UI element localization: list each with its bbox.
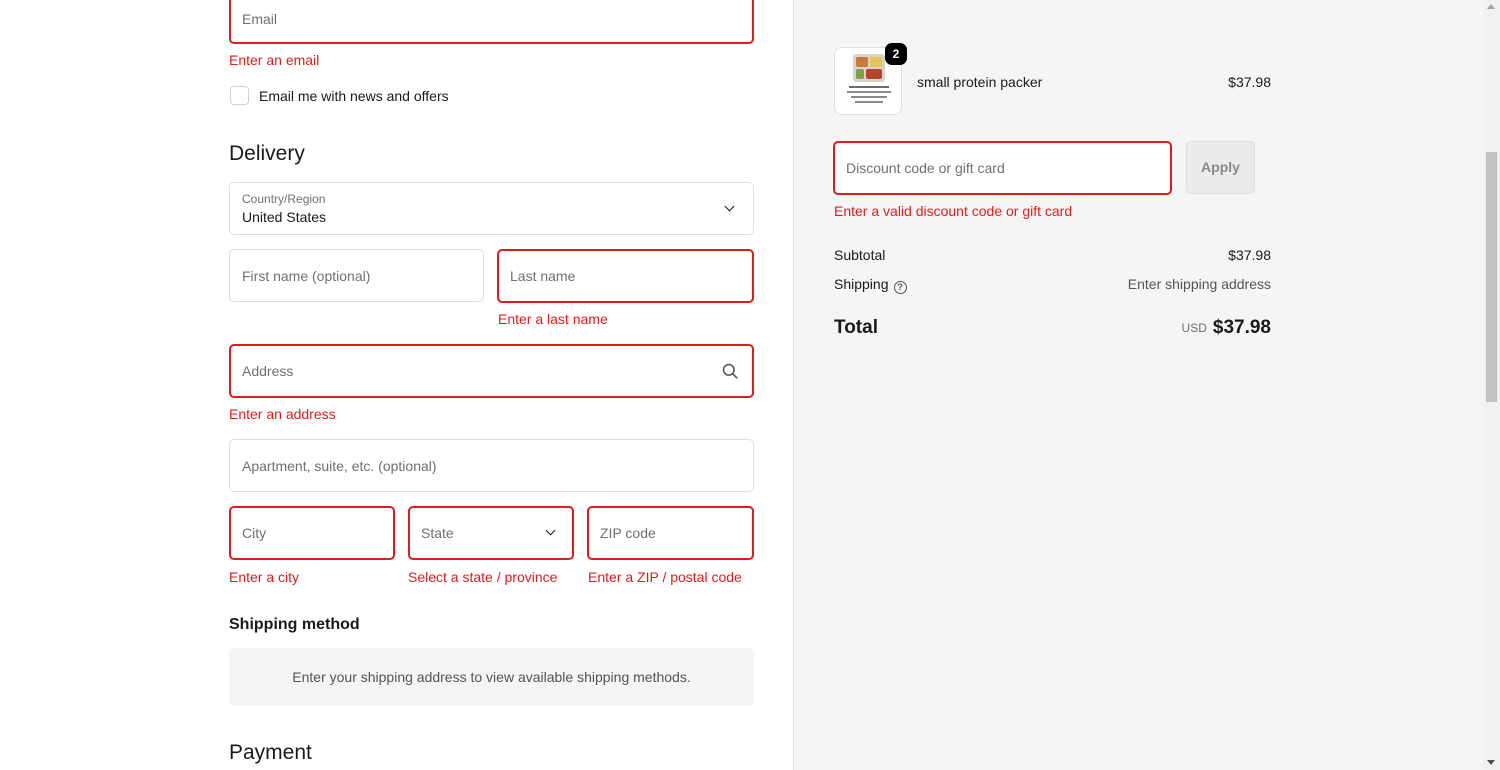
chevron-down-icon [724, 201, 735, 212]
subtotal-label: Subtotal [834, 247, 886, 263]
city-field[interactable]: City [229, 506, 395, 560]
shipping-row: Shipping? [834, 276, 907, 294]
total-currency: USD [1181, 321, 1207, 335]
scroll-down-arrow-icon[interactable] [1487, 760, 1495, 765]
order-summary-panel [793, 0, 1483, 770]
address-error: Enter an address [229, 406, 336, 422]
scroll-up-arrow-icon[interactable] [1487, 4, 1495, 9]
zip-placeholder: ZIP code [600, 525, 656, 541]
address-field[interactable]: Address [229, 344, 754, 398]
zip-error: Enter a ZIP / postal code [588, 569, 742, 585]
discount-error: Enter a valid discount code or gift card [834, 203, 1073, 219]
apply-discount-button[interactable]: Apply [1186, 141, 1255, 194]
first-name-placeholder: First name (optional) [242, 267, 371, 284]
shipping-methods-placeholder-box: Enter your shipping address to view avai… [229, 648, 754, 706]
chevron-down-icon [545, 525, 556, 536]
help-icon[interactable]: ? [893, 281, 907, 294]
shipping-label: Shipping [834, 276, 889, 292]
city-placeholder: City [242, 525, 267, 541]
shipping-value: Enter shipping address [1127, 276, 1271, 292]
first-name-field[interactable]: First name (optional) [229, 249, 484, 302]
product-name: small protein packer [917, 74, 1043, 90]
payment-heading: Payment [229, 741, 312, 764]
total-label: Total [834, 317, 878, 338]
newsletter-label: Email me with news and offers [259, 88, 449, 104]
subtotal-value: $37.98 [1228, 247, 1271, 263]
delivery-heading: Delivery [229, 142, 305, 165]
total-row: USD $37.98 [1182, 317, 1271, 339]
product-price: $37.98 [1228, 74, 1271, 90]
newsletter-checkbox[interactable] [230, 86, 249, 105]
country-value: United States [242, 209, 327, 225]
state-select[interactable]: State [408, 506, 574, 560]
last-name-error: Enter a last name [498, 311, 608, 327]
zip-field[interactable]: ZIP code [587, 506, 754, 560]
email-field[interactable]: Email [229, 0, 754, 44]
country-select[interactable]: Country/Region United States [229, 182, 754, 235]
last-name-placeholder: Last name [510, 268, 576, 284]
state-error: Select a state / province [408, 569, 558, 585]
shipping-methods-message: Enter your shipping address to view avai… [292, 669, 691, 685]
email-error: Enter an email [229, 52, 320, 68]
country-label: Country/Region [242, 192, 326, 206]
total-value: $37.98 [1212, 317, 1271, 338]
search-icon[interactable] [722, 363, 738, 379]
discount-code-field[interactable]: Discount code or gift card [833, 141, 1172, 195]
page-scrollbar[interactable] [1483, 0, 1500, 770]
last-name-field[interactable]: Last name [497, 249, 754, 303]
city-error: Enter a city [229, 569, 300, 585]
shipping-method-heading: Shipping method [229, 616, 360, 633]
state-placeholder: State [421, 525, 454, 541]
email-placeholder: Email [242, 11, 278, 27]
address-placeholder: Address [242, 363, 294, 379]
apartment-placeholder: Apartment, suite, etc. (optional) [242, 457, 437, 474]
quantity-badge: 2 [885, 43, 907, 65]
discount-placeholder: Discount code or gift card [846, 160, 1005, 176]
scrollbar-thumb[interactable] [1486, 152, 1497, 402]
apartment-field[interactable]: Apartment, suite, etc. (optional) [229, 439, 754, 492]
